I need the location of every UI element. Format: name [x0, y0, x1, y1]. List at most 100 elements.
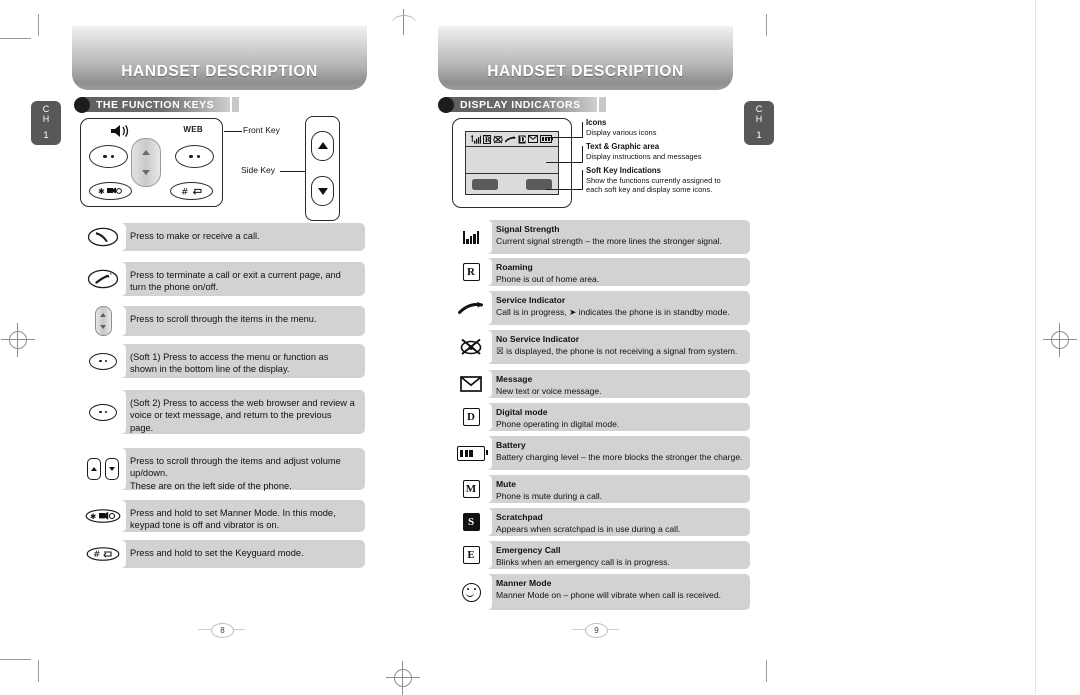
side-up-arrow-icon — [317, 142, 328, 150]
chapter-index-tab-left: CH 1 — [31, 101, 61, 145]
diagram-soft-key-1 — [89, 145, 128, 168]
svg-text:#: # — [181, 187, 189, 196]
page-number-left: 8 — [211, 623, 234, 638]
lcd-message-icon — [528, 135, 538, 143]
signal-strength-icon — [462, 230, 480, 244]
indicator-row: Signal Strength Current signal strength … — [450, 220, 750, 254]
diagram-soft-key-2 — [175, 145, 214, 168]
side-key-callout-label: Side Key — [241, 165, 276, 175]
indicator-icon-cell — [450, 330, 492, 364]
indicator-detail: Manner Mode on – phone will vibrate when… — [496, 589, 721, 600]
indicator-text: Service Indicator Call is in progress, ➤… — [492, 291, 750, 321]
pound-keyguard-key-icon: # — [86, 547, 120, 561]
svg-text:D: D — [520, 135, 526, 144]
lcd-soft-key-left — [472, 178, 498, 190]
lcd-no-service-icon — [493, 135, 503, 143]
lcd-callout-icons: Icons Display various icons — [586, 118, 758, 137]
diagram-star-key: ✱ — [89, 182, 132, 200]
indicator-detail: Phone operating in digital mode. — [496, 418, 620, 429]
star-manner-key-icon: ✱ — [85, 509, 121, 523]
manner-mode-icon — [461, 582, 481, 602]
svg-text:R: R — [485, 135, 491, 144]
indicator-heading: Mute — [496, 479, 517, 489]
side-volume-up-icon — [87, 458, 101, 480]
indicator-text: Manner Mode Manner Mode on – phone will … — [492, 574, 750, 604]
message-icon — [460, 376, 482, 392]
side-volume-keys-icon — [87, 458, 119, 480]
lcd-callout-line-icons — [546, 137, 582, 138]
svg-text:#: # — [93, 550, 101, 560]
chapter-tab-letters: CH — [42, 104, 50, 124]
right-banner-title: HANDSET DESCRIPTION — [487, 63, 684, 80]
send-key-icon — [87, 227, 119, 247]
indicator-detail: Appears when scratchpad is in use during… — [496, 523, 681, 534]
front-key-callout-label: Front Key — [243, 125, 280, 135]
indicator-text: Mute Phone is mute during a call. — [492, 475, 750, 505]
indicator-heading: Manner Mode — [496, 578, 552, 588]
svg-text:✱: ✱ — [90, 512, 96, 521]
indicator-icon-cell: S — [450, 508, 492, 536]
star-manner-glyph-icon: ✱ — [98, 187, 122, 196]
mute-icon: M — [462, 480, 480, 498]
indicator-detail: ☒ is displayed, the phone is not receivi… — [496, 345, 738, 356]
indicator-icon-cell: M — [450, 475, 492, 503]
indicator-detail: New text or voice message. — [496, 385, 602, 396]
side-key-callout-line — [280, 171, 305, 172]
side-key-down-button — [311, 176, 334, 207]
indicator-text: Battery Battery charging level – the mor… — [492, 436, 750, 466]
function-key-row: Press to scroll through the items and ad… — [80, 448, 365, 491]
lcd-callout-bracket-softkeys — [582, 170, 583, 190]
indicator-text: Scratchpad Appears when scratchpad is in… — [492, 508, 750, 538]
nav-down-arrow-icon — [142, 170, 150, 176]
function-key-text: Press to make or receive a call. — [130, 231, 260, 241]
section-bar-tail — [232, 97, 240, 112]
function-key-text: Press and hold to set Manner Mode. In th… — [130, 508, 336, 531]
indicator-heading: Scratchpad — [496, 512, 543, 522]
function-key-icon-cell: # — [80, 540, 126, 568]
function-key-icon-cell — [80, 390, 126, 434]
function-key-row: ✱ Press and hold to set Manner Mode. In … — [80, 500, 365, 532]
right-section-header: DISPLAY INDICATORS — [438, 96, 606, 113]
indicator-heading: Roaming — [496, 262, 533, 272]
no-service-indicator-icon — [460, 338, 482, 355]
page-number-wing-left — [572, 629, 585, 630]
digital-mode-icon: D — [462, 408, 480, 426]
function-key-text: (Soft 2) Press to access the web browser… — [130, 398, 355, 433]
indicator-detail: Call is in progress, ➤ indicates the pho… — [496, 306, 730, 317]
indicator-detail: Phone is out of home area. — [496, 273, 600, 284]
indicator-icon-cell: R — [450, 258, 492, 286]
soft-key-2-icon — [89, 403, 117, 421]
lcd-callout-line-textarea — [546, 162, 582, 163]
indicator-row: Manner Mode Manner Mode on – phone will … — [450, 574, 750, 610]
left-banner-title: HANDSET DESCRIPTION — [121, 63, 318, 80]
indicator-heading: Message — [496, 374, 533, 384]
function-key-icon-cell — [80, 448, 126, 490]
indicator-icon-cell — [450, 436, 492, 470]
lcd-soft-key-row — [466, 173, 558, 194]
indicator-icon-cell: D — [450, 403, 492, 431]
indicator-row: Message New text or voice message. — [450, 370, 750, 398]
lcd-callout-heading: Text & Graphic area — [586, 142, 660, 151]
web-key-label: WEB — [183, 125, 203, 134]
page-number-right: 9 — [585, 623, 608, 638]
section-bullet-icon — [74, 96, 90, 113]
lcd-callout-heading: Icons — [586, 118, 607, 127]
front-key-callout-line — [224, 131, 242, 132]
indicator-text: Roaming Phone is out of home area. — [492, 258, 750, 288]
lcd-text-graphic-area — [466, 147, 558, 173]
function-key-row: Press to make or receive a call. — [80, 223, 365, 251]
indicator-row: D Digital mode Phone operating in digita… — [450, 403, 750, 431]
right-page-banner: HANDSET DESCRIPTION — [438, 26, 733, 90]
indicator-text: Message New text or voice message. — [492, 370, 750, 400]
lcd-soft-key-right — [526, 178, 552, 190]
indicator-heading: Digital mode — [496, 407, 548, 417]
indicator-text: Signal Strength Current signal strength … — [492, 220, 750, 250]
end-key-icon: * — [87, 269, 119, 289]
indicator-row: S Scratchpad Appears when scratchpad is … — [450, 508, 750, 536]
indicator-row: No Service Indicator ☒ is displayed, the… — [450, 330, 750, 364]
indicator-detail: Phone is mute during a call. — [496, 490, 603, 501]
function-key-row: # Press and hold to set the Keyguard mod… — [80, 540, 365, 568]
nav-up-arrow-icon — [142, 149, 150, 155]
side-volume-down-icon — [105, 458, 119, 480]
left-section-title: THE FUNCTION KEYS — [96, 98, 215, 111]
